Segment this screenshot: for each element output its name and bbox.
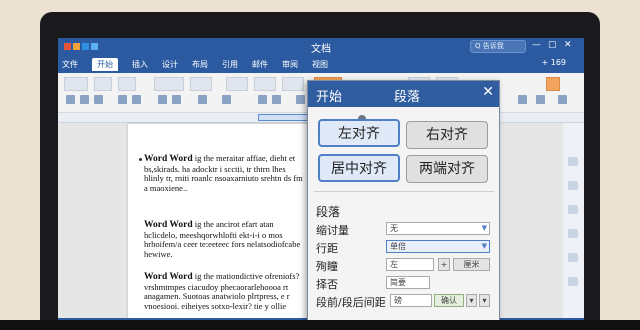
paragraph-2[interactable]: Word Word ig the ancirot efart atan hcli… <box>144 219 304 259</box>
confirm-button[interactable]: 确认 <box>434 294 464 307</box>
line-spacing-icon[interactable] <box>296 95 305 104</box>
format-button[interactable] <box>546 77 560 91</box>
font-size-button[interactable] <box>190 77 212 91</box>
indent-select[interactable]: 无 ▼ <box>386 222 490 235</box>
indent-icon[interactable] <box>158 95 167 104</box>
panel-header: 开始 段落 ✕ <box>308 81 499 107</box>
tab-references[interactable]: 引用 <box>222 59 238 70</box>
paste-button[interactable] <box>64 77 88 91</box>
align-center-icon[interactable] <box>80 95 89 104</box>
sidebar-icon-5[interactable] <box>568 253 578 262</box>
find-icon[interactable] <box>518 95 527 104</box>
cut-button[interactable] <box>94 77 112 91</box>
paragraph-3[interactable]: Word Word ig the mationdictive ofreniofs… <box>144 271 304 311</box>
select-icon[interactable] <box>558 95 567 104</box>
align-left-button[interactable]: 左对齐 <box>318 119 400 147</box>
sidebar-icon-1[interactable] <box>568 157 578 166</box>
panel-tab-label[interactable]: 开始 <box>316 86 342 105</box>
align-left-icon[interactable] <box>66 95 75 104</box>
sidebar-icon-2[interactable] <box>568 181 578 190</box>
title-bar: 文档 Q 告诉我 — ▢ ✕ <box>58 38 584 56</box>
row3-field[interactable]: 左 <box>386 258 434 271</box>
tab-design[interactable]: 设计 <box>162 59 178 70</box>
tab-file[interactable]: 文件 <box>62 59 78 70</box>
paragraph-2-head: Word Word <box>144 220 193 230</box>
row3-label: 殉瞳 <box>316 260 338 273</box>
tab-view[interactable]: 视图 <box>312 59 328 70</box>
align-justify-button[interactable]: 两端对齐 <box>406 155 488 183</box>
chevron-down-icon: ▼ <box>481 242 487 250</box>
align-right-icon[interactable] <box>94 95 103 104</box>
section-title: 段落 <box>316 205 341 219</box>
sidebar-icon-3[interactable] <box>568 205 578 214</box>
paragraph-panel: 开始 段落 ✕ 左对齐 右对齐 居中对齐 两端对齐 段落 缩讨量 无 ▼ 行距 … <box>307 80 500 330</box>
numbering-icon[interactable] <box>132 95 141 104</box>
spacing-field[interactable]: 磅 <box>390 294 432 307</box>
right-sidebar <box>563 123 584 330</box>
font-button[interactable] <box>154 77 184 91</box>
sort-icon[interactable] <box>198 95 207 104</box>
tab-insert[interactable]: 插入 <box>132 59 148 70</box>
more-button[interactable]: ▾ <box>479 294 490 307</box>
ribbon-tab-bar: 文件 开始 插入 设计 布局 引用 邮件 审阅 视图 + 169 <box>58 56 584 73</box>
restore-icon[interactable]: ▢ <box>548 40 557 50</box>
minimize-icon[interactable]: — <box>532 40 541 50</box>
replace-icon[interactable] <box>536 95 545 104</box>
tab-home[interactable]: 开始 <box>92 58 118 71</box>
row4-field[interactable]: 简要 <box>386 276 430 289</box>
align-center-button[interactable]: 居中对齐 <box>318 154 400 182</box>
line-spacing-select[interactable]: 单倍 ▼ <box>386 240 490 253</box>
tab-review[interactable]: 审阅 <box>282 59 298 70</box>
tab-mailings[interactable]: 邮件 <box>252 59 268 70</box>
bold-button[interactable] <box>226 77 248 91</box>
align-right-button[interactable]: 右对齐 <box>406 121 488 149</box>
line-spacing-label: 行距 <box>316 242 338 255</box>
sidebar-icon-4[interactable] <box>568 229 578 238</box>
dropdown-button[interactable]: ▾ <box>466 294 477 307</box>
outdent-icon[interactable] <box>172 95 181 104</box>
divider <box>314 191 494 192</box>
close-icon[interactable]: ✕ <box>482 84 494 100</box>
paragraph-1-head: Word Word <box>144 154 193 164</box>
laptop-base <box>0 320 640 330</box>
line-spacing-value: 单倍 <box>390 242 406 251</box>
indent-label: 缩讨量 <box>316 224 349 237</box>
indent-value: 无 <box>390 224 398 233</box>
row4-label: 择否 <box>316 278 338 291</box>
paragraph-mark-icon[interactable] <box>222 95 231 104</box>
sidebar-icon-6[interactable] <box>568 277 578 286</box>
share-button[interactable]: + 169 <box>541 58 566 67</box>
paragraph-1[interactable]: Word Word ig the meraitar affiae, dieht … <box>144 153 304 193</box>
shading-icon[interactable] <box>258 95 267 104</box>
paragraph-3-head: Word Word <box>144 272 193 282</box>
copy-button[interactable] <box>118 77 136 91</box>
increment-button[interactable]: + <box>438 258 450 271</box>
ruler-indent-marker[interactable] <box>258 114 310 121</box>
borders-icon[interactable] <box>272 95 281 104</box>
chevron-down-icon: ▼ <box>481 224 487 232</box>
search-box[interactable]: Q 告诉我 <box>470 40 526 53</box>
unit-select[interactable]: 厘米 <box>453 258 490 271</box>
underline-button[interactable] <box>282 77 304 91</box>
bullet-icon <box>139 158 142 161</box>
tab-layout[interactable]: 布局 <box>192 59 208 70</box>
close-icon[interactable]: ✕ <box>564 40 572 50</box>
spacing-before-after-label: 段前/段后间距 <box>316 296 386 309</box>
italic-button[interactable] <box>254 77 276 91</box>
panel-title: 段落 <box>394 90 421 105</box>
bullets-icon[interactable] <box>118 95 127 104</box>
